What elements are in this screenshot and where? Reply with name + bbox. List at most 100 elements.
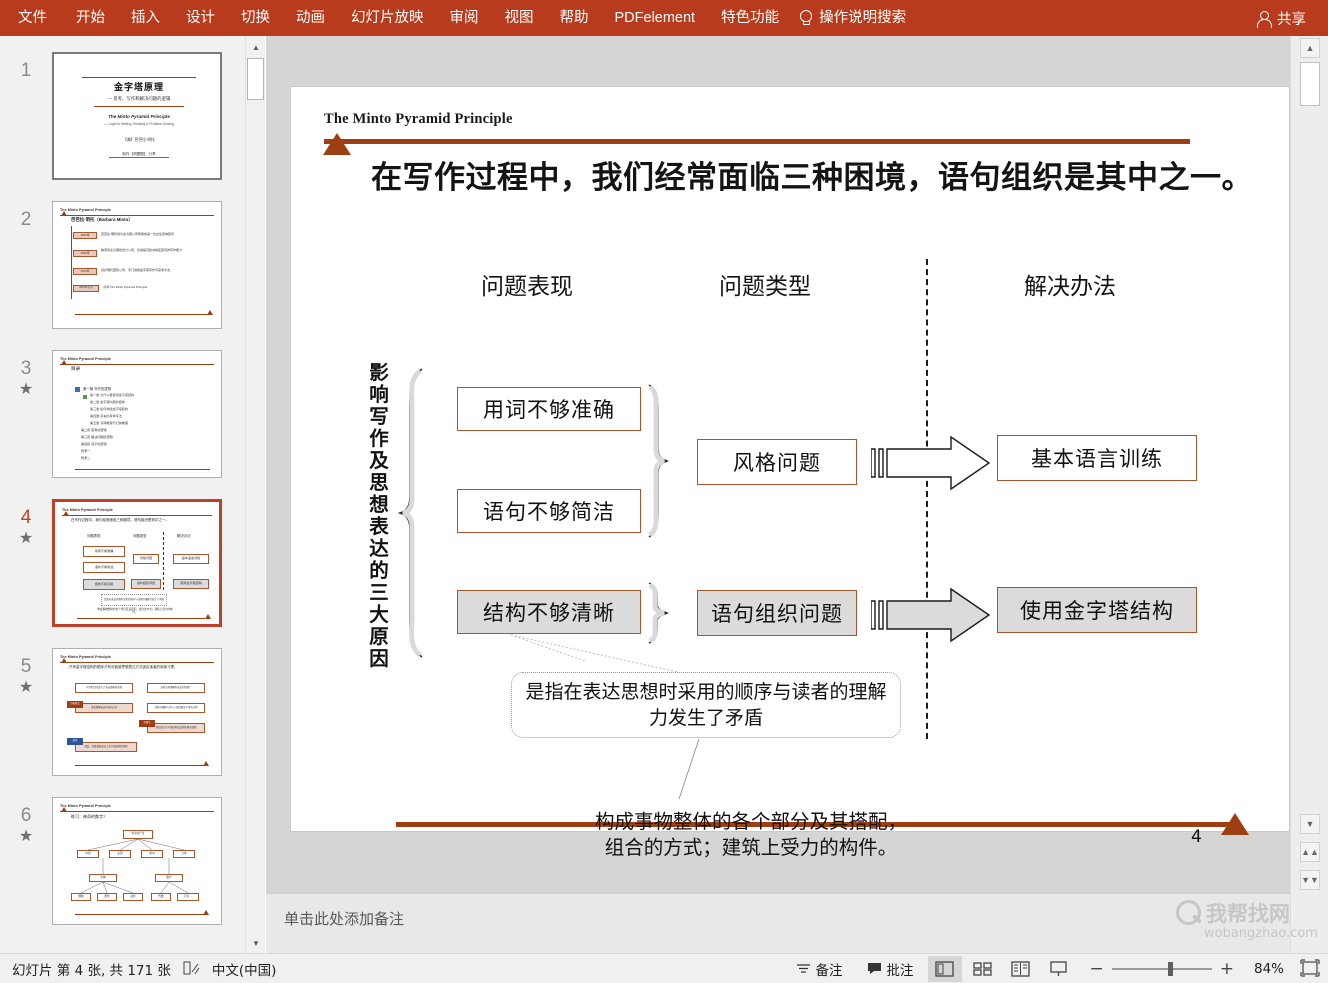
thumb1-en-sub: — Logic in Writing Thinking & Problem So… <box>54 122 222 126</box>
language-label[interactable]: 中文(中国) <box>212 959 277 979</box>
column-header-types: 问题类型 <box>719 267 811 301</box>
thumbnail-slide-2[interactable]: 2 The Minto Pyramid Principle 芭芭拉·明托（Bar… <box>0 201 245 329</box>
thumb2-tag-4: 1973年至今 <box>73 285 99 292</box>
thumbnail-slide-4[interactable]: 4 ★ The Minto Pyramid Principle 在写作过程中，我… <box>0 499 245 627</box>
main-scroll-up-button[interactable]: ▲ <box>1300 38 1320 58</box>
notes-toggle-button[interactable]: 备注 <box>784 955 855 983</box>
thumb4-col-3: 解决办法 <box>177 534 191 538</box>
thumb2-tag-1: 1961年 <box>73 232 97 239</box>
thumbnail-canvas-5[interactable]: The Minto Pyramid Principle 只有金字塔结构的顺序才有… <box>52 648 222 776</box>
thumb-scroll-down-button[interactable]: ▼ <box>247 934 265 952</box>
thumb2-text-2: 被调到麦肯锡伦敦分公司，负责提高欧洲地区顾问的写作能力 <box>101 249 213 253</box>
bottom-note-text: 构成事物整体的各个部分及其搭配， 组合的方式；建筑上受力的构件。 <box>491 809 1011 860</box>
thumb-scroll-handle[interactable] <box>247 58 264 100</box>
thumb3-item-8: 第三篇 解决问题的逻辑 <box>81 436 113 440</box>
main-vertical-scrollbar[interactable]: ▲ ▼ ▲▲ ▼▼ <box>1290 36 1328 953</box>
thumbnail-canvas-2[interactable]: The Minto Pyramid Principle 芭芭拉·明托（Barba… <box>52 201 222 329</box>
problem-box-1[interactable]: 用词不够准确 <box>457 387 641 431</box>
comments-toggle-button[interactable]: 批注 <box>855 955 926 983</box>
tell-me-search[interactable]: 操作说明搜索 <box>792 0 919 36</box>
menu-item-review[interactable]: 审阅 <box>437 0 492 36</box>
thumb3-item-11: 附录二 <box>81 457 90 461</box>
menu-item-home[interactable]: 开始 <box>63 0 118 36</box>
comment-icon <box>867 962 882 975</box>
solution-box-2[interactable]: 使用金字塔结构 <box>997 587 1197 633</box>
fit-slide-to-window-button[interactable] <box>1300 959 1322 979</box>
main-scroll-handle[interactable] <box>1300 62 1320 106</box>
menu-item-transitions[interactable]: 切换 <box>228 0 283 36</box>
next-slide-button[interactable]: ▼▼ <box>1300 870 1320 890</box>
thumbnail-canvas-6[interactable]: The Minto Pyramid Principle 练习：神奇的数字7 生命… <box>52 797 222 925</box>
menu-item-help[interactable]: 帮助 <box>547 0 602 36</box>
thumb4-header: The Minto Pyramid Principle <box>62 508 113 512</box>
view-slideshow-button[interactable] <box>1042 956 1076 982</box>
thumb4-box-3: 结构不够清晰 <box>83 579 125 590</box>
thumbnail-scrollbar[interactable]: ▲ ▼ <box>245 36 265 953</box>
site-watermark: 我帮找网 wobangzhao.com <box>1176 898 1326 950</box>
view-reading-button[interactable] <box>1004 956 1038 982</box>
bottom-note-line-2: 组合的方式；建筑上受力的构件。 <box>491 835 1011 861</box>
thumbnail-canvas-4[interactable]: The Minto Pyramid Principle 在写作过程中，我们经常面… <box>52 499 222 627</box>
current-slide[interactable]: The Minto Pyramid Principle 在写作过程中，我们经常面… <box>290 86 1290 832</box>
thumbnail-slide-3[interactable]: 3 ★ The Minto Pyramid Principle 目录 第一篇 写… <box>0 350 245 478</box>
callout-definition-box[interactable]: 是指在表达思想时采用的顺序与读者的理解力发生了矛盾 <box>511 672 901 738</box>
menu-item-view[interactable]: 视图 <box>492 0 547 36</box>
thumb3-item-5: 第四章 序言的具体写法 <box>90 415 122 419</box>
magnifier-icon <box>1176 900 1202 926</box>
menu-item-pdfelement[interactable]: PDFelement <box>602 0 709 36</box>
star-icon-4: ★ <box>0 531 52 547</box>
menu-item-features[interactable]: 特色功能 <box>708 0 792 36</box>
slideshow-icon <box>1049 961 1068 977</box>
slide-sorter-icon <box>973 961 992 977</box>
slide-title: 在写作过程中，我们经常面临三种困境，语句组织是其中之一。 <box>371 152 1201 197</box>
thumbnail-canvas-3[interactable]: The Minto Pyramid Principle 目录 第一篇 写作的逻辑… <box>52 350 222 478</box>
thumb5-tag3: 结论 <box>67 738 83 745</box>
thumbnail-canvas-1[interactable]: 金字塔原理 — 思考、写作和解决问题的逻辑 The Minto Pyramid … <box>52 52 222 180</box>
spellcheck-icon[interactable] <box>183 961 200 976</box>
thumb4-bottom-note: 构成事物整体的各个部分及其搭配，组合的方式；建筑上受力的构件。 <box>95 608 175 614</box>
thumb3-item-2: 第一章 为什么要使用金字塔结构 <box>90 394 134 398</box>
thumb-scroll-up-button[interactable]: ▲ <box>247 38 265 56</box>
vertical-dashed-divider <box>926 259 928 739</box>
zoom-control[interactable]: − + 84% <box>1078 959 1323 979</box>
thumb5-b1: 写作的目的是为了表达清晰的思想 <box>75 683 133 693</box>
thumbnail-number-3: 3 ★ <box>0 350 52 478</box>
notes-pane[interactable]: 单击此处添加备注 <box>266 893 1290 953</box>
bottom-triangle-icon <box>1221 813 1249 835</box>
zoom-slider-track[interactable] <box>1112 968 1212 970</box>
tell-me-label: 操作说明搜索 <box>819 0 906 36</box>
thumb1-author: 【美】芭芭拉·明托 <box>54 138 222 143</box>
menu-item-file[interactable]: 文件 <box>0 0 63 36</box>
thumb2-text-3: 创办明托国际公司，专门讲授金字塔写作与思考方法 <box>101 269 213 273</box>
menu-item-insert[interactable]: 插入 <box>118 0 173 36</box>
menu-item-slideshow[interactable]: 幻灯片放映 <box>338 0 437 36</box>
thumbnail-number-2: 2 <box>0 201 52 329</box>
zoom-slider-handle[interactable] <box>1168 962 1173 976</box>
main-scroll-down-button[interactable]: ▼ <box>1300 814 1320 834</box>
view-slide-sorter-button[interactable] <box>966 956 1000 982</box>
thumbnail-slide-6[interactable]: 6 ★ The Minto Pyramid Principle 练习：神奇的数字… <box>0 797 245 925</box>
column-header-problems: 问题表现 <box>481 267 573 301</box>
thumb5-b6: 因此，就要遵照表达上金字塔结构的原则 <box>75 742 137 752</box>
problem-box-2[interactable]: 语句不够简洁 <box>457 489 641 533</box>
zoom-percentage-label[interactable]: 84% <box>1242 961 1284 977</box>
slide-editing-stage[interactable]: The Minto Pyramid Principle 在写作过程中，我们经常面… <box>266 36 1290 893</box>
thumbnail-slide-5[interactable]: 5 ★ The Minto Pyramid Principle 只有金字塔结构的… <box>0 648 245 776</box>
notes-placeholder[interactable]: 单击此处添加备注 <box>284 908 404 929</box>
previous-slide-button[interactable]: ▲▲ <box>1300 842 1320 862</box>
thumb2-text-4: 出版 The Minto Pyramid Principle <box>103 286 215 290</box>
solution-box-1[interactable]: 基本语言训练 <box>997 435 1197 481</box>
view-normal-button[interactable] <box>928 956 962 982</box>
thumb3-item-3: 第二章 金字塔内部的结构 <box>90 401 125 405</box>
menu-item-animations[interactable]: 动画 <box>283 0 338 36</box>
zoom-in-button[interactable]: + <box>1220 959 1234 979</box>
thumb4-box-4: 风格问题 <box>133 554 159 564</box>
menu-item-design[interactable]: 设计 <box>173 0 228 36</box>
share-button[interactable]: 共享 <box>1256 8 1328 29</box>
thumb2-tag-3: 1973年 <box>73 268 97 275</box>
slide-thumbnail-pane[interactable]: 1 金字塔原理 — 思考、写作和解决问题的逻辑 The Minto Pyrami… <box>0 36 245 953</box>
zoom-out-button[interactable]: − <box>1090 959 1104 979</box>
thumbnail-slide-1[interactable]: 1 金字塔原理 — 思考、写作和解决问题的逻辑 The Minto Pyrami… <box>0 52 245 180</box>
thumb1-byline: 制作【明图图】 分享 <box>54 152 222 156</box>
type-box-1[interactable]: 风格问题 <box>697 439 857 485</box>
